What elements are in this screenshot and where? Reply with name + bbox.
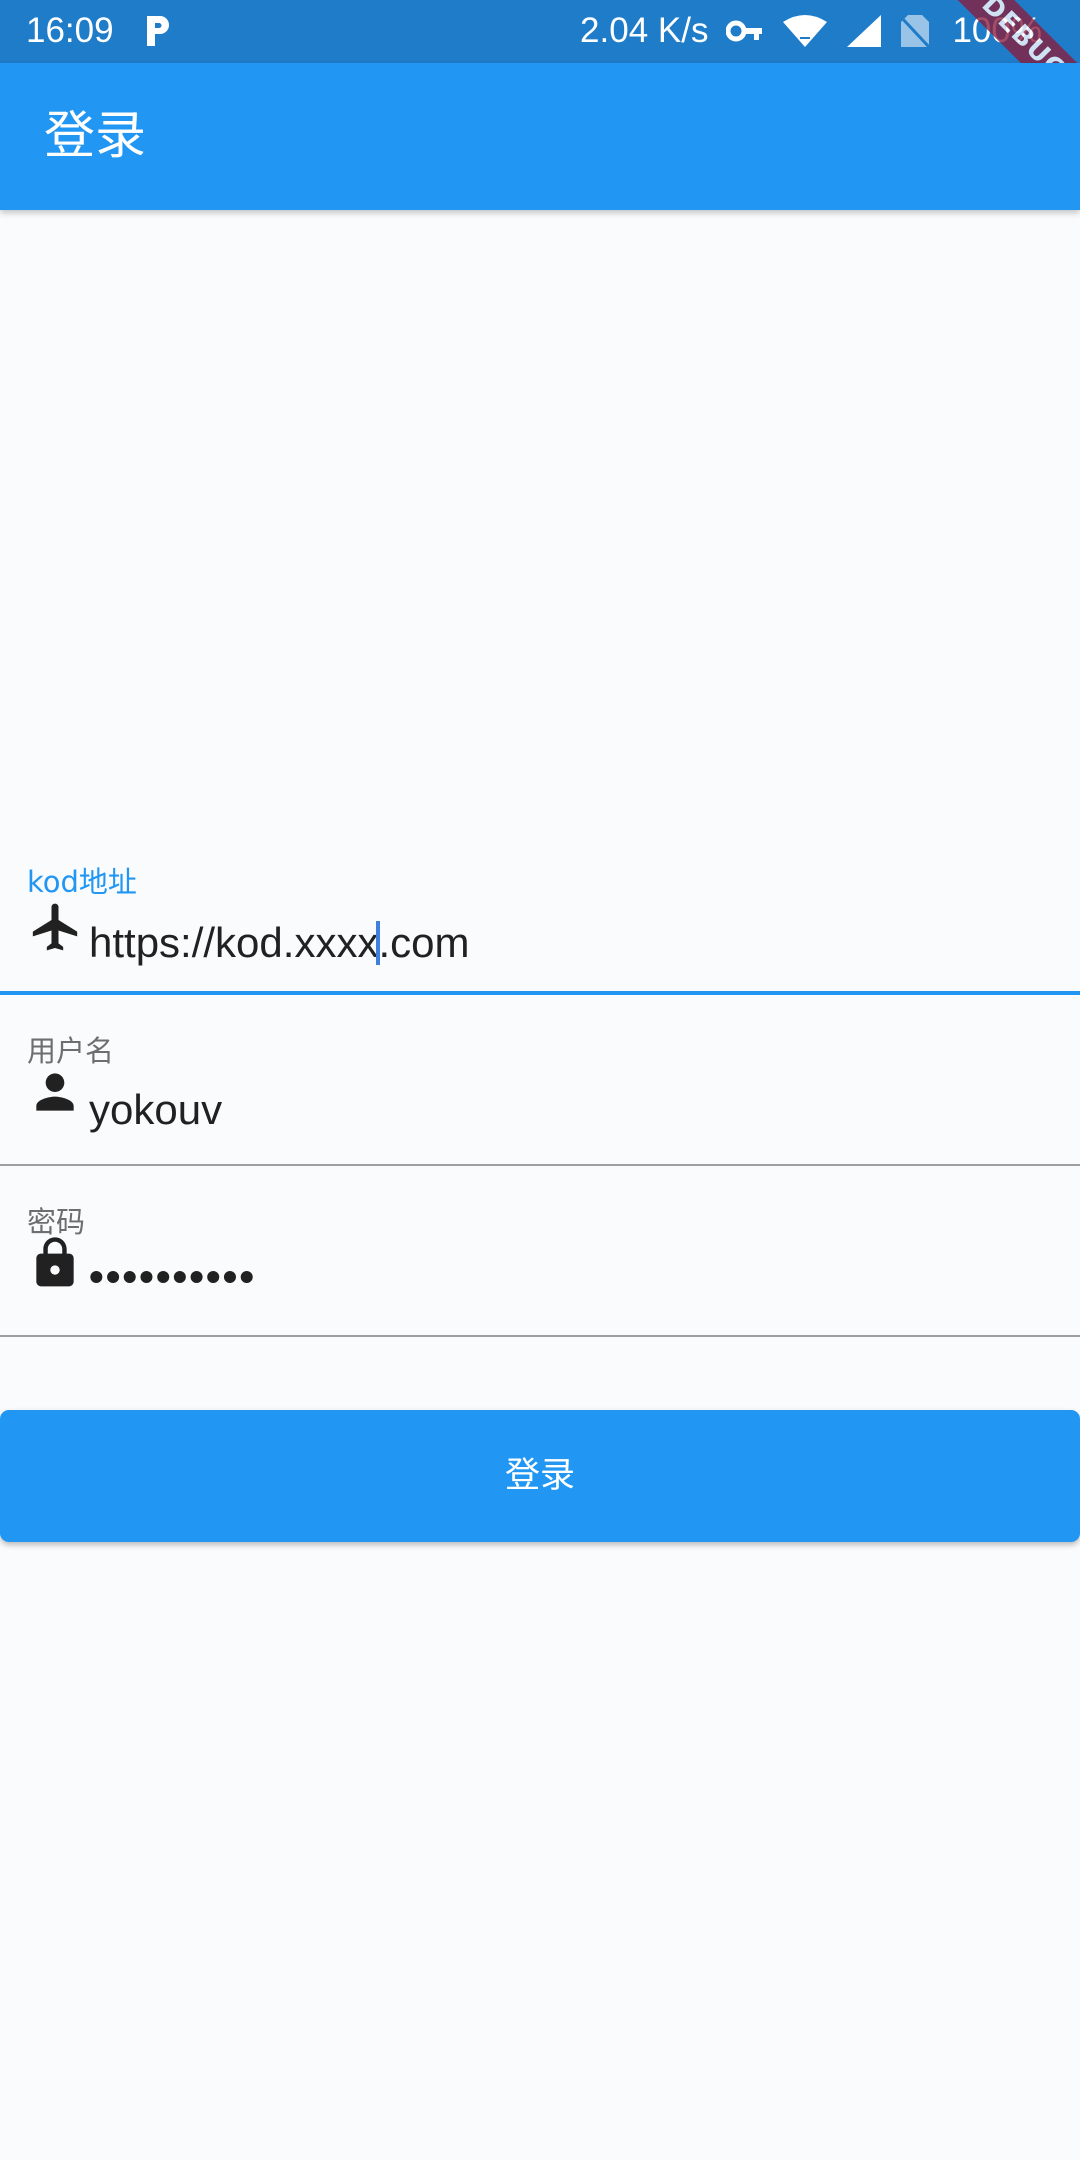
username-field[interactable]: 用户名 yokouv (0, 1022, 1080, 1167)
password-underline (0, 1335, 1080, 1337)
no-sim-icon (900, 15, 931, 48)
username-underline (0, 1164, 1080, 1166)
app-bar: 登录 (0, 63, 1080, 210)
airplane-icon (32, 903, 78, 951)
vpn-key-icon (726, 20, 763, 42)
login-button[interactable]: 登录 (0, 1410, 1080, 1542)
person-icon (36, 1073, 74, 1111)
status-bar: 16:09 2.04 K/s 100% (0, 0, 1080, 63)
page-title: 登录 (44, 107, 147, 166)
password-input[interactable]: •••••••••• (89, 1251, 256, 1303)
password-field[interactable]: 密码 •••••••••• (0, 1193, 1080, 1338)
server-address-text-after-caret: .com (378, 919, 470, 966)
username-input[interactable]: yokouv (89, 1084, 222, 1136)
cell-signal-icon (847, 15, 882, 47)
parking-p-icon (147, 16, 169, 46)
status-time: 16:09 (26, 11, 114, 50)
server-address-field[interactable]: kod地址 https://kod.xxxx.com (0, 855, 1080, 995)
wifi-icon (783, 15, 828, 47)
server-address-label: kod地址 (27, 865, 137, 899)
status-indicators: 2.04 K/s 100% (580, 11, 1042, 51)
lock-icon (36, 1237, 74, 1287)
server-address-input[interactable]: https://kod.xxxx.com (89, 917, 469, 969)
network-speed: 2.04 K/s (580, 11, 709, 50)
server-address-text-before-caret: https://kod.xxxx (89, 919, 379, 966)
server-address-underline (0, 991, 1080, 995)
